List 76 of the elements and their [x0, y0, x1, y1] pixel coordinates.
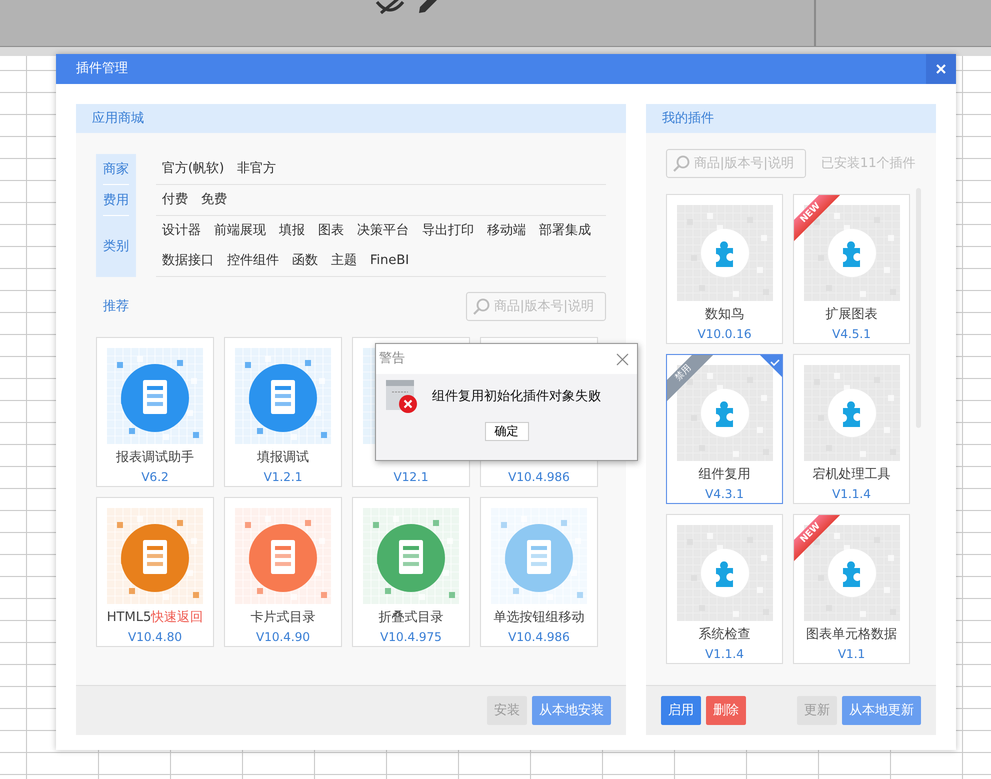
plugin-version: V4.3.1 — [705, 486, 744, 503]
close-button[interactable] — [926, 54, 956, 84]
plugin-card[interactable]: 组件复用 V4.3.1 禁用 — [666, 354, 783, 504]
filter-option[interactable]: 主题 — [331, 251, 357, 271]
plugin-version: V1.2.1 — [264, 469, 302, 486]
filter-option[interactable]: 函数 — [292, 251, 318, 271]
plugin-version: V4.5.1 — [832, 326, 871, 343]
error-icon — [386, 380, 417, 413]
plugin-name: 组件复用 — [698, 466, 750, 484]
plugin-version: V10.4.80 — [128, 629, 182, 646]
plugin-version: V10.4.986 — [508, 469, 570, 486]
filter-option[interactable]: 付费 — [162, 190, 188, 210]
plugin-name: 宕机处理工具 — [812, 466, 890, 484]
filter-label: 费用 — [96, 185, 136, 216]
plugin-card[interactable]: 系统检查 V1.1.4 — [666, 514, 783, 664]
plugin-version: V10.4.975 — [380, 629, 442, 646]
filter-option[interactable]: 导出打印 — [422, 221, 474, 241]
plugin-name: 报表调试助手 — [116, 449, 194, 467]
plugin-card[interactable]: 填报调试 V1.2.1 — [224, 337, 342, 487]
dialog-title: 警告 — [379, 350, 405, 368]
filter-option[interactable]: FineBI — [370, 251, 410, 271]
close-icon — [936, 64, 946, 74]
check-corner-icon — [760, 355, 782, 377]
panel-header: 我的插件 — [646, 104, 936, 133]
filter-label: 类别 — [96, 216, 136, 277]
plugin-version: V1.1 — [838, 646, 866, 663]
filter-option[interactable]: 官方(帆软) — [162, 159, 224, 179]
plugin-name: 卡片式目录 — [250, 609, 316, 627]
plugin-version: V10.4.986 — [508, 629, 570, 646]
filter-option[interactable]: 前端展现 — [214, 221, 266, 241]
plugin-name: HTML5快速返回 — [106, 609, 204, 627]
plugin-card[interactable]: 单选按钮组移动 V10.4.986 — [480, 497, 598, 647]
dialog-message: 组件复用初始化插件对象失败 — [432, 388, 601, 406]
filter-option[interactable]: 非官方 — [237, 159, 276, 179]
filter-option[interactable]: 移动端 — [487, 221, 526, 241]
plugin-name: 图表单元格数据 — [806, 626, 897, 644]
search-icon — [473, 298, 490, 315]
search-field[interactable]: 商品|版本号|说明 — [466, 292, 606, 321]
plugin-name: 填报调试 — [257, 449, 309, 467]
plugin-version: V6.2 — [141, 469, 169, 486]
filter-option[interactable]: 图表 — [318, 221, 344, 241]
filter-option[interactable]: 控件组件 — [227, 251, 279, 271]
plugin-card[interactable]: 折叠式目录 V10.4.975 — [352, 497, 470, 647]
plugin-version: V12.1 — [394, 469, 428, 486]
filter-label: 商家 — [96, 154, 136, 185]
installed-count: 已安装11个插件 — [821, 154, 916, 173]
filter-option[interactable]: 免费 — [201, 190, 227, 210]
plugin-name: 折叠式目录 — [378, 609, 444, 627]
plugin-name: 系统检查 — [698, 626, 750, 644]
filter-option[interactable]: 数据接口 — [162, 251, 214, 271]
plugin-name: 扩展图表 — [826, 306, 878, 324]
plugin-card[interactable]: 数知鸟 V10.0.16 — [666, 194, 783, 344]
filter-option[interactable]: 部署集成 — [539, 221, 591, 241]
plugin-card[interactable]: 报表调试助手 V6.2 — [96, 337, 214, 487]
plugin-card[interactable]: 卡片式目录 V10.4.90 — [224, 497, 342, 647]
plugin-name: 单选按钮组移动 — [494, 609, 584, 627]
plugin-version: V1.1.4 — [832, 486, 871, 503]
plugin-version: V1.1.4 — [705, 646, 744, 663]
window-title: 插件管理 — [75, 60, 128, 78]
section-title: 推荐 — [103, 298, 129, 316]
plugin-version: V10.0.16 — [697, 326, 752, 343]
plugin-name: 数知鸟 — [705, 306, 744, 324]
filter-option[interactable]: 填报 — [279, 221, 305, 241]
action-button[interactable]: 启用 — [661, 696, 701, 725]
search-field[interactable]: 商品|版本号|说明 — [666, 149, 806, 178]
filter-option[interactable]: 设计器 — [162, 221, 201, 241]
pencil-icon[interactable] — [417, 0, 439, 14]
plugin-card[interactable]: HTML5快速返回 V10.4.80 — [96, 497, 214, 647]
filter-option[interactable]: 决策平台 — [357, 221, 409, 241]
plugin-version: V10.4.90 — [256, 629, 310, 646]
search-icon — [673, 155, 690, 172]
eye-slash-icon[interactable] — [375, 0, 405, 14]
close-icon[interactable] — [616, 352, 629, 366]
panel-header: 应用商城 — [76, 104, 626, 133]
plugin-card[interactable]: 宕机处理工具 V1.1.4 — [793, 354, 910, 504]
ok-button[interactable]: 确定 — [484, 422, 528, 441]
